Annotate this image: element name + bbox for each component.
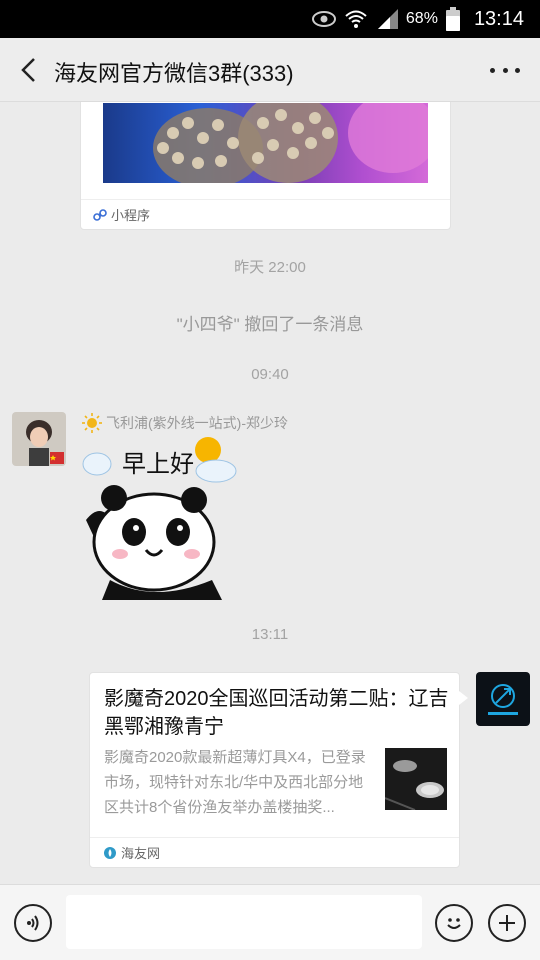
link-description: 影魔奇2020款最新超薄灯具X4，已登录市场，现特针对东北/华中及西北部分地区共… (104, 749, 366, 816)
avatar[interactable] (12, 412, 66, 466)
voice-button[interactable] (14, 904, 52, 942)
link-title: 影魔奇2020全国巡回活动第二贴：辽吉黑鄂湘豫青宁 (104, 688, 449, 738)
sticker-text: 早上好 (122, 450, 194, 478)
status-bar: 68% 13:14 (0, 0, 540, 38)
battery-icon (445, 7, 460, 31)
back-button[interactable] (14, 56, 42, 84)
sun-icon (82, 413, 102, 433)
signal-icon (376, 9, 398, 29)
drop-logo-icon (104, 846, 116, 859)
timestamp: 13:11 (251, 626, 289, 643)
wifi-icon (344, 9, 368, 29)
coral-image (103, 103, 428, 183)
link-source: 海友网 (90, 837, 459, 867)
sender-name: 飞利浦(紫外线一站式)-郑少玲 (82, 413, 288, 433)
smiley-icon (447, 918, 461, 929)
link-card[interactable]: 影魔奇2020全国巡回活动第二贴：辽吉黑鄂湘豫青宁 影魔奇2020款最新超薄灯具… (89, 672, 468, 868)
sender-name-text: 飞利浦(紫外线一站式)-郑少玲 (106, 415, 288, 431)
voice-icon (27, 915, 39, 931)
panda-sticker[interactable] (82, 480, 230, 600)
mini-program-card[interactable]: 小程序 (80, 102, 451, 230)
emoji-button[interactable] (435, 904, 473, 942)
more-options-button[interactable] (490, 60, 520, 80)
eye-icon (311, 11, 336, 27)
dot-icon (490, 67, 495, 73)
dot-icon (515, 67, 520, 73)
timestamp: 09:40 (251, 366, 289, 383)
link-thumbnail (385, 748, 447, 810)
my-avatar[interactable] (476, 672, 530, 726)
chat-header: 海友网官方微信3群(333) (0, 38, 540, 102)
battery-percent: 68% (405, 10, 438, 27)
clock: 13:14 (473, 7, 524, 30)
message-list[interactable]: 小程序 昨天 22:00 "小四爷" 撤回了一条消息 09:40 飞利浦(紫外线… (0, 102, 540, 884)
dot-icon (502, 67, 508, 73)
plus-button[interactable] (488, 904, 526, 942)
message-input[interactable] (66, 895, 422, 949)
mini-program-footer: 小程序 (81, 199, 450, 229)
chevron-left-icon (21, 58, 35, 82)
link-source-name: 海友网 (121, 846, 161, 861)
chat-title: 海友网官方微信3群(333) (54, 61, 294, 86)
input-bar (0, 884, 540, 960)
timestamp: 昨天 22:00 (234, 259, 306, 276)
plus-icon (499, 915, 515, 931)
mini-program-label: 小程序 (111, 208, 151, 223)
recall-notice: "小四爷" 撤回了一条消息 (176, 315, 364, 334)
mini-program-icon (93, 208, 107, 221)
